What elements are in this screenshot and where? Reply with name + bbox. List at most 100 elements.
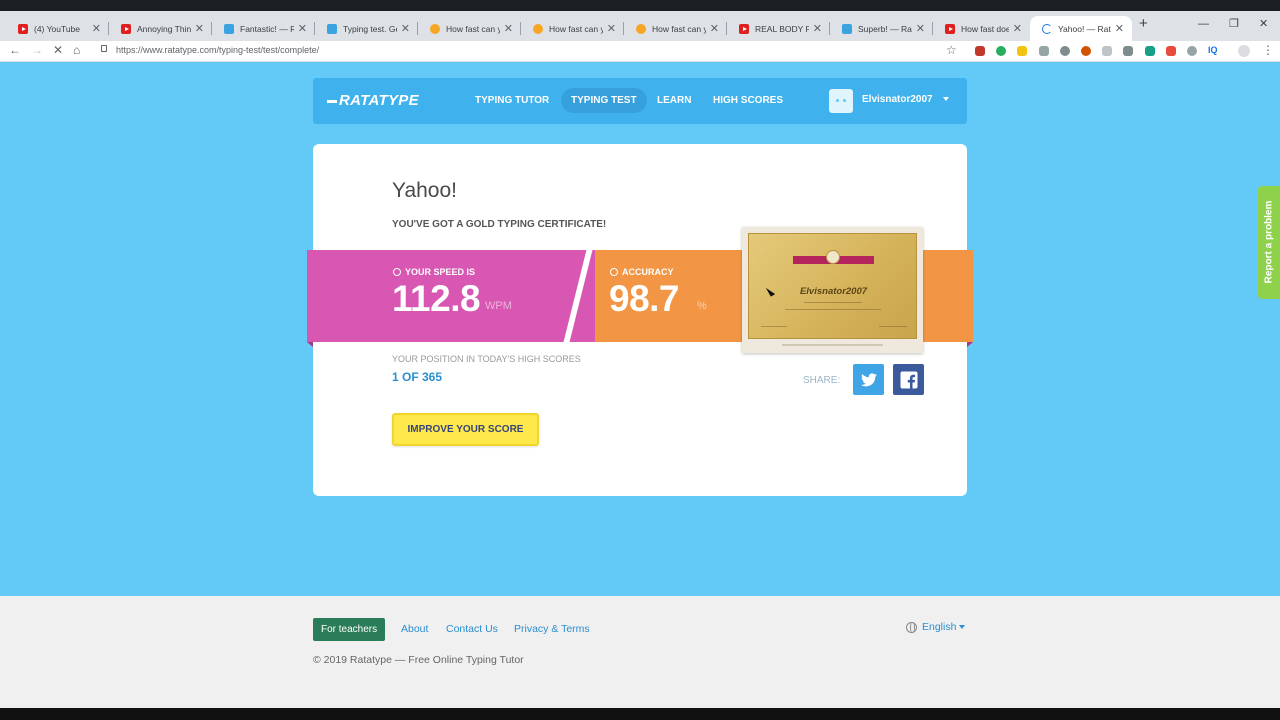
close-icon[interactable]: ✕: [1115, 22, 1124, 35]
youtube-icon: [121, 23, 131, 34]
close-icon[interactable]: ✕: [813, 22, 822, 35]
share-twitter-button[interactable]: [853, 364, 884, 395]
browser-window: (4) YouTube ✕ Annoying Thing ✕ Fantastic…: [0, 0, 1280, 720]
browser-toolbar: ← → ✕ ⌂ https://www.ratatype.com/typing-…: [0, 41, 1280, 62]
logo-text: RATATYPE: [339, 92, 419, 109]
grammarly-icon[interactable]: [996, 46, 1006, 56]
language-label: English: [922, 621, 957, 633]
share-facebook-button[interactable]: [893, 364, 924, 395]
close-icon[interactable]: ✕: [916, 22, 925, 35]
accuracy-label-text: ACCURACY: [622, 267, 674, 277]
extension-icon[interactable]: [975, 46, 985, 56]
youtube-extension-icon[interactable]: [1166, 46, 1176, 56]
tab-title: How fast can you: [652, 23, 706, 34]
extension-icon[interactable]: [1145, 46, 1155, 56]
cookie-icon[interactable]: [1081, 46, 1091, 56]
accuracy-value: 98.7: [609, 278, 680, 319]
address-bar[interactable]: https://www.ratatype.com/typing-test/tes…: [96, 43, 964, 59]
browser-tab[interactable]: (4) YouTube ✕: [6, 16, 109, 41]
home-icon[interactable]: ⌂: [73, 43, 80, 57]
certificate-text-line: [785, 309, 881, 310]
close-icon[interactable]: ✕: [1013, 22, 1022, 35]
restore-icon[interactable]: ❐: [1229, 17, 1239, 30]
footer-link-about[interactable]: About: [401, 623, 428, 635]
close-icon[interactable]: ✕: [504, 22, 513, 35]
page-content: RATATYPE TYPING TUTOR TYPING TEST LEARN …: [0, 62, 1280, 596]
copyright-text: © 2019 Ratatype — Free Online Typing Tut…: [313, 654, 524, 666]
certificate-message: YOU'VE GOT A GOLD TYPING CERTIFICATE!: [392, 219, 607, 230]
accuracy-label: ACCURACY: [610, 267, 674, 277]
bitcoin-icon: [533, 23, 543, 34]
certificate-date-line: [761, 326, 787, 327]
footer-link-contact[interactable]: Contact Us: [446, 623, 498, 635]
extension-icon[interactable]: [1039, 46, 1049, 56]
forward-icon[interactable]: →: [31, 43, 43, 57]
tab-strip: (4) YouTube ✕ Annoying Thing ✕ Fantastic…: [0, 11, 1280, 41]
close-icon[interactable]: ✕: [195, 22, 204, 35]
chevron-down-icon: [959, 625, 966, 629]
tab-title: Annoying Thing: [137, 23, 191, 34]
ribbon-fold-right: [967, 342, 973, 347]
close-icon[interactable]: ✕: [710, 22, 719, 35]
browser-tab[interactable]: How fast does Bi ✕: [933, 16, 1030, 41]
extension-icon[interactable]: [1017, 46, 1027, 56]
close-icon[interactable]: ✕: [607, 22, 616, 35]
speed-value: 112.8: [392, 278, 481, 319]
close-icon[interactable]: ✕: [92, 22, 101, 35]
page-title: Yahoo!: [392, 179, 457, 202]
browser-tab[interactable]: REAL BODY FAT ✕: [727, 16, 830, 41]
stop-loading-icon[interactable]: ✕: [53, 43, 63, 57]
minimize-icon[interactable]: —: [1198, 18, 1209, 30]
nav-typing-tutor[interactable]: TYPING TUTOR: [465, 88, 559, 113]
browser-tab[interactable]: How fast can you ✕: [624, 16, 727, 41]
bitcoin-icon: [636, 23, 646, 34]
username[interactable]: Elvisnator2007: [862, 94, 933, 105]
ribbon-fold-left: [307, 342, 313, 347]
ratatype-logo[interactable]: RATATYPE: [327, 92, 419, 109]
profile-avatar-icon[interactable]: [1238, 45, 1250, 57]
bookmark-star-icon[interactable]: ☆: [946, 43, 957, 57]
browser-tab[interactable]: Superb! — Ratat ✕: [830, 16, 933, 41]
nav-learn[interactable]: LEARN: [647, 88, 701, 113]
report-problem-tab[interactable]: Report a problem: [1258, 186, 1280, 299]
language-selector[interactable]: English: [906, 621, 966, 633]
nav-high-scores[interactable]: HIGH SCORES: [703, 88, 793, 113]
certificate-text-line: [804, 302, 862, 303]
globe-icon: [906, 621, 917, 633]
back-icon[interactable]: ←: [9, 43, 21, 57]
site-footer: For teachers About Contact Us Privacy & …: [0, 596, 1280, 708]
extension-icon[interactable]: [1060, 46, 1070, 56]
report-problem-label: Report a problem: [1263, 200, 1275, 284]
position-value: 1 OF 365: [392, 370, 443, 384]
nav-typing-test[interactable]: TYPING TEST: [561, 88, 647, 113]
browser-tab[interactable]: How fast can you ✕: [418, 16, 521, 41]
tab-title: How fast can you: [549, 23, 603, 34]
browser-tab[interactable]: Annoying Thing ✕: [109, 16, 212, 41]
iq-extension-icon[interactable]: IQ: [1208, 45, 1218, 55]
improve-score-button[interactable]: IMPROVE YOUR SCORE: [392, 413, 539, 446]
extension-icon[interactable]: [1102, 46, 1112, 56]
close-window-icon[interactable]: ✕: [1259, 17, 1268, 30]
menu-kebab-icon[interactable]: ⋮: [1262, 43, 1274, 57]
footer-link-privacy[interactable]: Privacy & Terms: [514, 623, 590, 635]
lock-icon: [101, 45, 107, 52]
browser-tab-active[interactable]: Yahoo! — Ratatyp ✕: [1030, 16, 1132, 41]
close-icon[interactable]: ✕: [401, 22, 410, 35]
chevron-down-icon[interactable]: [943, 97, 949, 101]
extension-icon[interactable]: [1187, 46, 1197, 56]
for-teachers-button[interactable]: For teachers: [313, 618, 386, 641]
window-title-bar: [0, 0, 1280, 11]
user-avatar[interactable]: [829, 89, 853, 113]
browser-tab[interactable]: How fast can you ✕: [521, 16, 624, 41]
certificate-footer: [782, 344, 883, 346]
bitcoin-icon: [430, 23, 440, 34]
close-icon[interactable]: ✕: [298, 22, 307, 35]
twitter-icon: [860, 372, 877, 386]
browser-tab[interactable]: Fantastic! — Rata ✕: [212, 16, 315, 41]
certificate-body: Elvisnator2007: [748, 233, 917, 339]
browser-tab[interactable]: Typing test. Get ✕: [315, 16, 418, 41]
facebook-icon: [900, 371, 917, 389]
extension-icon[interactable]: [1123, 46, 1133, 56]
new-tab-icon[interactable]: +: [1139, 15, 1148, 32]
tab-title: REAL BODY FAT: [755, 23, 809, 34]
